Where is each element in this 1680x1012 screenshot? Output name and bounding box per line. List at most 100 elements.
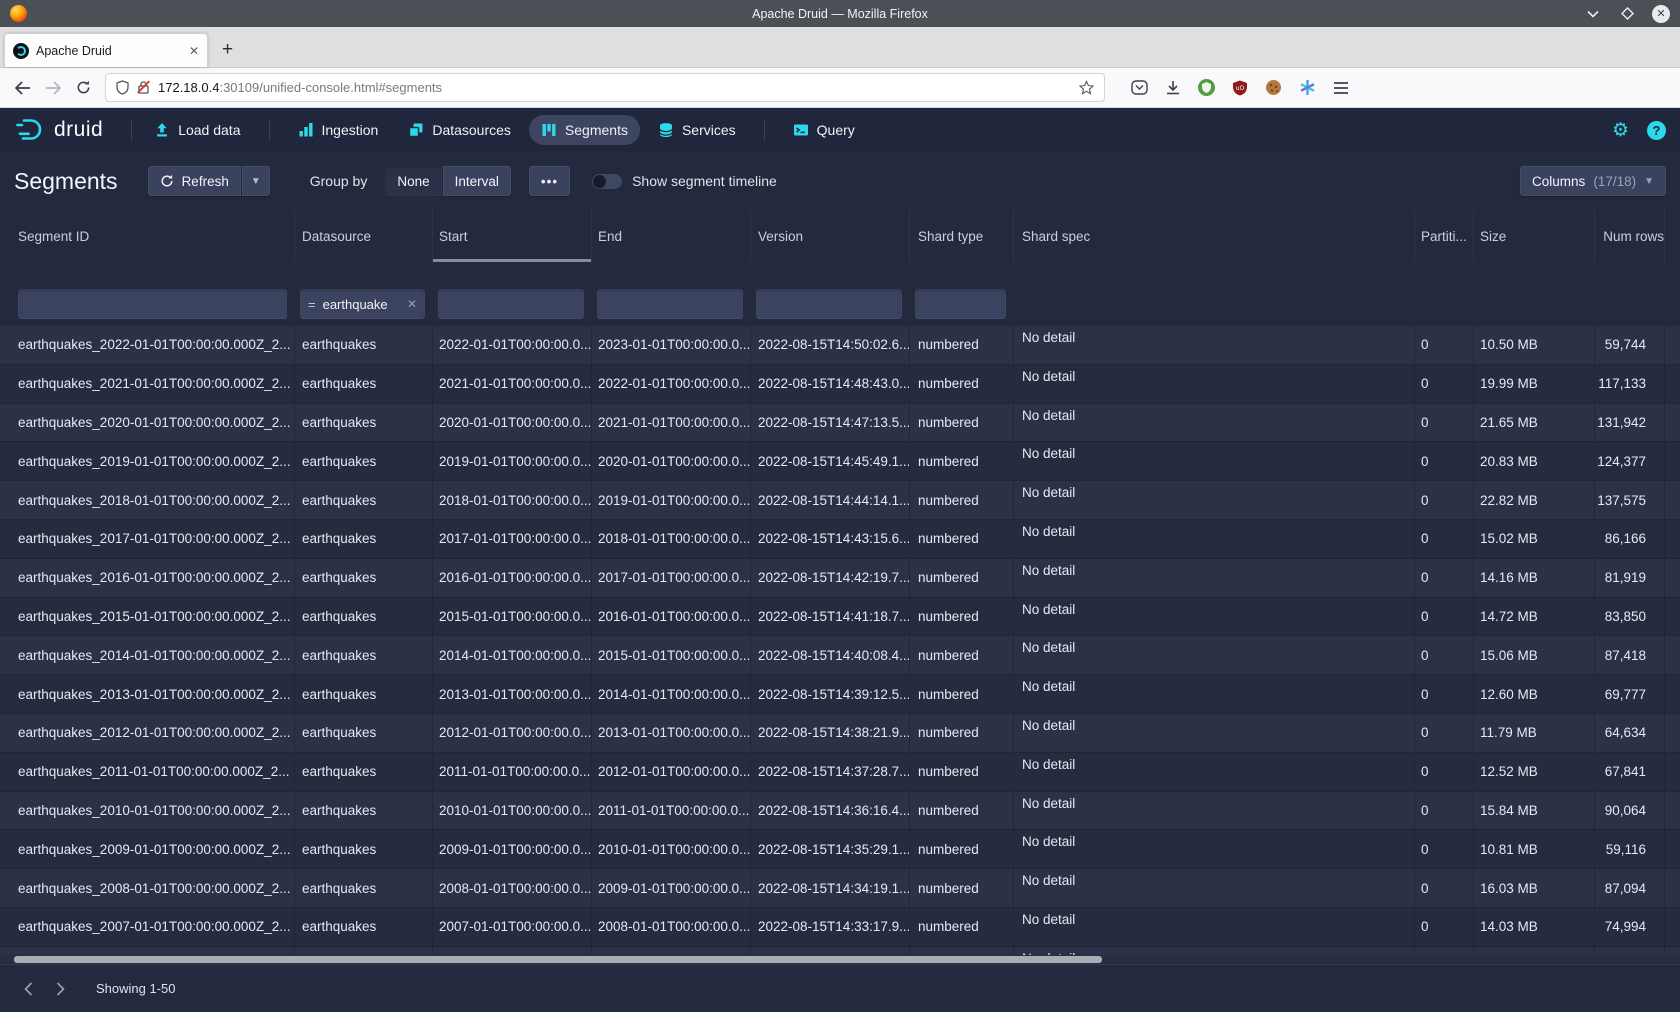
cell-datasource: earthquakes <box>295 326 433 364</box>
column-header-start[interactable]: Start <box>433 210 592 262</box>
bookmark-star-icon[interactable] <box>1079 80 1094 95</box>
reload-icon[interactable] <box>76 80 91 95</box>
columns-button[interactable]: Columns (17/18) ▼ <box>1520 166 1666 196</box>
table-row[interactable]: earthquakes_2022-01-01T00:00:00.000Z_2..… <box>0 326 1680 365</box>
refresh-dropdown-button[interactable]: ▼ <box>242 166 270 196</box>
query-icon <box>793 122 809 138</box>
filter-input-segment-id[interactable] <box>18 289 287 319</box>
filter-input-start[interactable] <box>438 289 584 319</box>
filter-cell-segment-id <box>0 262 295 326</box>
ublock-icon[interactable]: uO <box>1232 80 1248 96</box>
cell-version: 2022-08-15T14:41:18.7... <box>751 598 910 636</box>
nav-item-services[interactable]: Services <box>646 115 748 145</box>
window-title: Apache Druid — Mozilla Firefox <box>0 7 1680 21</box>
column-header-shard-spec[interactable]: Shard spec <box>1014 210 1415 262</box>
filter-input-end[interactable] <box>597 289 743 319</box>
druid-logo[interactable]: druid <box>14 117 103 143</box>
scrollbar-thumb[interactable] <box>14 956 1102 963</box>
window-minimize-icon[interactable] <box>1584 5 1602 23</box>
cell-end: 2019-01-01T00:00:00.0... <box>592 481 751 519</box>
cell-size: 16.03 MB <box>1474 869 1595 907</box>
horizontal-scrollbar[interactable] <box>0 955 1680 964</box>
more-options-button[interactable]: ••• <box>529 166 570 196</box>
table-row[interactable]: No detail <box>0 947 1680 955</box>
previous-page-button[interactable] <box>14 975 42 1003</box>
cell-shard-spec: No detail <box>1014 598 1415 636</box>
cell-size: 15.06 MB <box>1474 636 1595 674</box>
cell-num-rows: 69,777 <box>1595 675 1665 713</box>
asterisk-extension-icon[interactable] <box>1299 79 1316 96</box>
table-row[interactable]: earthquakes_2018-01-01T00:00:00.000Z_2..… <box>0 481 1680 520</box>
table-row[interactable]: earthquakes_2019-01-01T00:00:00.000Z_2..… <box>0 442 1680 481</box>
column-header-shard-type[interactable]: Shard type <box>910 210 1014 262</box>
table-row[interactable]: earthquakes_2008-01-01T00:00:00.000Z_2..… <box>0 869 1680 908</box>
table-row[interactable]: earthquakes_2013-01-01T00:00:00.000Z_2..… <box>0 675 1680 714</box>
browser-tab[interactable]: Apache Druid ✕ <box>4 33 208 67</box>
druid-navbar: druid Load data IngestionDatasourcesSegme… <box>0 108 1680 152</box>
back-icon[interactable] <box>14 81 31 95</box>
table-row[interactable]: earthquakes_2020-01-01T00:00:00.000Z_2..… <box>0 404 1680 443</box>
nav-item-query[interactable]: Query <box>781 115 867 145</box>
group-by-interval-button[interactable]: Interval <box>443 166 511 196</box>
column-header-end[interactable]: End <box>592 210 751 262</box>
column-header-partiti[interactable]: Partiti... <box>1415 210 1474 262</box>
column-header-datasource[interactable]: Datasource <box>295 210 433 262</box>
cell-partiti: 0 <box>1415 442 1474 480</box>
nav-item-segments[interactable]: Segments <box>529 115 640 145</box>
cell-version: 2022-08-15T14:43:15.6... <box>751 520 910 558</box>
cookie-extension-icon[interactable] <box>1265 79 1282 96</box>
downloads-icon[interactable] <box>1165 80 1181 96</box>
help-icon[interactable]: ? <box>1647 121 1666 140</box>
toggle-knob <box>593 175 606 188</box>
table-row[interactable]: earthquakes_2010-01-01T00:00:00.000Z_2..… <box>0 792 1680 831</box>
nav-item-datasources[interactable]: Datasources <box>396 115 523 145</box>
settings-gear-icon[interactable]: ⚙ <box>1612 121 1629 140</box>
pocket-icon[interactable] <box>1131 79 1148 96</box>
table-row[interactable]: earthquakes_2007-01-01T00:00:00.000Z_2..… <box>0 908 1680 947</box>
cell-partiti: 0 <box>1415 753 1474 791</box>
cell-end: 2017-01-01T00:00:00.0... <box>592 559 751 597</box>
new-tab-button[interactable]: + <box>222 39 233 61</box>
forward-icon[interactable] <box>45 81 62 95</box>
filter-input-version[interactable] <box>756 289 902 319</box>
url-bar[interactable]: 172.18.0.4:30109/unified-console.html#se… <box>105 73 1105 102</box>
column-header-segment-id[interactable]: Segment ID <box>0 210 295 262</box>
filter-input-shard-type[interactable] <box>915 289 1006 319</box>
tab-close-icon[interactable]: ✕ <box>189 44 199 58</box>
segments-icon <box>541 122 557 138</box>
table-row[interactable]: earthquakes_2011-01-01T00:00:00.000Z_2..… <box>0 753 1680 792</box>
cell-size: 11.79 MB <box>1474 714 1595 752</box>
table-row[interactable]: earthquakes_2016-01-01T00:00:00.000Z_2..… <box>0 559 1680 598</box>
column-header-size[interactable]: Size <box>1474 210 1595 262</box>
menu-hamburger-icon[interactable] <box>1333 81 1349 95</box>
table-row[interactable]: earthquakes_2014-01-01T00:00:00.000Z_2..… <box>0 636 1680 675</box>
table-row[interactable]: earthquakes_2015-01-01T00:00:00.000Z_2..… <box>0 598 1680 637</box>
cell-version: 2022-08-15T14:47:13.5... <box>751 404 910 442</box>
column-header-num-rows[interactable]: Num rows <box>1595 210 1665 262</box>
filter-remove-icon[interactable]: ✕ <box>407 297 417 311</box>
nav-item-ingestion[interactable]: Ingestion <box>286 115 391 145</box>
refresh-button[interactable]: Refresh <box>148 166 241 196</box>
column-header-version[interactable]: Version <box>751 210 910 262</box>
segment-timeline-toggle[interactable] <box>592 174 622 189</box>
url-path: :30109/unified-console.html#segments <box>219 80 442 95</box>
cell-shard-type: numbered <box>910 869 1014 907</box>
next-page-button[interactable] <box>46 975 74 1003</box>
table-row[interactable]: earthquakes_2012-01-01T00:00:00.000Z_2..… <box>0 714 1680 753</box>
window-close-icon[interactable]: ✕ <box>1652 5 1670 23</box>
table-row[interactable]: earthquakes_2021-01-01T00:00:00.000Z_2..… <box>0 365 1680 404</box>
cell-end: 2023-01-01T00:00:00.0... <box>592 326 751 364</box>
extension-green-icon[interactable] <box>1198 79 1215 96</box>
tracking-shield-icon[interactable] <box>116 80 129 95</box>
window-maximize-icon[interactable] <box>1618 5 1636 23</box>
filter-input-datasource[interactable]: =earthquake✕ <box>300 289 425 319</box>
insecure-lock-icon[interactable] <box>137 80 150 95</box>
cell-partiti: 0 <box>1415 326 1474 364</box>
group-by-none-button[interactable]: None <box>385 166 441 196</box>
nav-item-load-data[interactable]: Load data <box>142 115 252 145</box>
table-row[interactable]: earthquakes_2009-01-01T00:00:00.000Z_2..… <box>0 830 1680 869</box>
cell-shard-type: numbered <box>910 753 1014 791</box>
cell-extra <box>1665 714 1680 752</box>
url-text[interactable]: 172.18.0.4:30109/unified-console.html#se… <box>158 80 1071 95</box>
table-row[interactable]: earthquakes_2017-01-01T00:00:00.000Z_2..… <box>0 520 1680 559</box>
